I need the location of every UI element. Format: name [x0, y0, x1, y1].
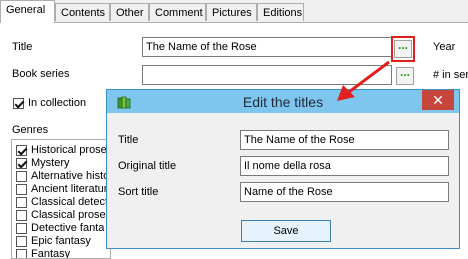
annotation-arrow: [337, 60, 390, 101]
